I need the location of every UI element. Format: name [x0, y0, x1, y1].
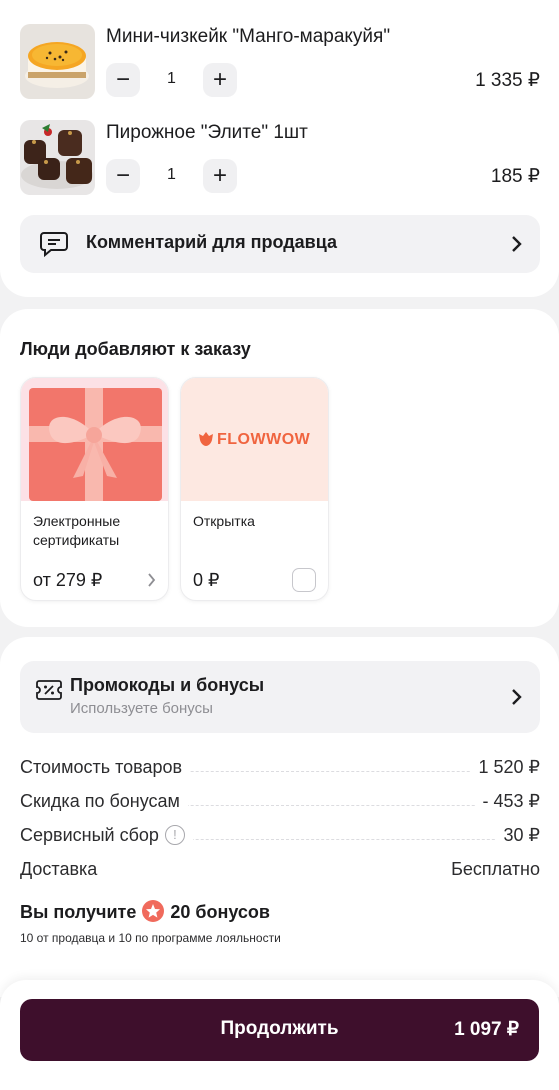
bottom-bar: Продолжить 1 097 ₽ [0, 980, 559, 1090]
minus-icon: − [115, 162, 130, 189]
promo-title: Промокоды и бонусы [70, 675, 265, 695]
addon-price: 0 ₽ [193, 570, 220, 590]
quantity-value: 1 [167, 70, 176, 87]
info-icon[interactable]: ! [164, 825, 185, 845]
product-name[interactable]: Пирожное "Элите" 1шт [106, 120, 308, 146]
summary-label-wrap: Сервисный сбор! [20, 825, 193, 846]
summary-label: Сервисный сбор [20, 825, 159, 845]
addon-title: Электронные сертификаты [33, 513, 121, 548]
summary-label: Доставка [20, 859, 106, 880]
summary-label: Стоимость товаров [20, 757, 191, 778]
increase-button[interactable]: + [203, 63, 237, 97]
bonus-note: 10 от продавца и 10 по программе лояльно… [20, 931, 281, 945]
addons-title: Люди добавляют к заказу [20, 339, 251, 359]
increase-button[interactable]: + [203, 159, 237, 193]
cart-item: Пирожное "Элите" 1шт − 1 + 185 ₽ [20, 120, 540, 196]
summary-row-bonus-discount: Скидка по бонусам - 453 ₽ [20, 791, 540, 817]
quantity-stepper: − 1 + [106, 63, 246, 99]
summary-value: 1 520 ₽ [470, 757, 540, 778]
gift-box-image [21, 378, 168, 501]
chat-icon [40, 232, 68, 257]
flowwow-logo-icon [199, 432, 213, 446]
summary-value: Бесплатно [443, 859, 540, 880]
summary-row-service-fee: Сервисный сбор! 30 ₽ [20, 825, 540, 851]
summary-card: Промокоды и бонусы Используете бонусы Ст… [0, 637, 559, 997]
plus-icon: + [212, 66, 227, 93]
chevron-right-icon [148, 573, 156, 587]
summary-value: 30 ₽ [495, 825, 540, 846]
chevron-right-icon [512, 236, 522, 252]
bonus-star-icon [142, 900, 165, 922]
addon-gift-certificates[interactable]: Электронные сертификаты от 279 ₽ [20, 377, 169, 601]
promo-bonuses-button[interactable]: Промокоды и бонусы Используете бонусы [20, 661, 540, 733]
order-total: 1 097 ₽ [454, 1019, 519, 1040]
summary-value: - 453 ₽ [474, 791, 540, 812]
bonus-earn-line: Вы получите 20 бонусов [20, 900, 270, 923]
product-name[interactable]: Мини-чизкейк "Манго-маракуйя" [106, 24, 390, 50]
decrease-button[interactable]: − [106, 159, 140, 193]
addon-title: Открытка [193, 513, 255, 529]
summary-row-delivery: Доставка Бесплатно [20, 859, 540, 885]
bonus-amount: 20 бонусов [170, 902, 270, 922]
continue-button[interactable]: Продолжить 1 097 ₽ [20, 999, 539, 1061]
cart-card: Мини-чизкейк "Манго-маракуйя" − 1 + 1 33… [0, 0, 559, 297]
minus-icon: − [115, 66, 130, 93]
summary-label: Скидка по бонусам [20, 791, 188, 812]
quantity-stepper: − 1 + [106, 159, 246, 195]
addon-price: от 279 ₽ [33, 570, 103, 590]
decrease-button[interactable]: − [106, 63, 140, 97]
quantity-value: 1 [167, 166, 176, 183]
coupon-icon [36, 680, 62, 700]
plus-icon: + [212, 162, 227, 189]
product-price: 185 ₽ [490, 166, 540, 187]
cart-item: Мини-чизкейк "Манго-маракуйя" − 1 + 1 33… [20, 24, 540, 100]
seller-comment-button[interactable]: Комментарий для продавца [20, 215, 540, 273]
promo-subtitle: Используете бонусы [70, 700, 213, 717]
product-price: 1 335 ₽ [475, 70, 540, 91]
postcard-image: FLOWWOW [181, 378, 328, 501]
addons-card: Люди добавляют к заказу Электронные серт… [0, 309, 559, 627]
postcard-checkbox[interactable] [292, 568, 316, 592]
product-image-elite-cake[interactable] [20, 120, 95, 195]
bonus-prefix: Вы получите [20, 902, 137, 922]
summary-row-goods: Стоимость товаров 1 520 ₽ [20, 757, 540, 783]
flowwow-logo-text: FLOWWOW [217, 431, 311, 448]
addon-postcard[interactable]: FLOWWOW Открытка 0 ₽ [180, 377, 329, 601]
seller-comment-label: Комментарий для продавца [86, 232, 337, 252]
chevron-right-icon [512, 689, 522, 705]
product-image-cheesecake[interactable] [20, 24, 95, 99]
